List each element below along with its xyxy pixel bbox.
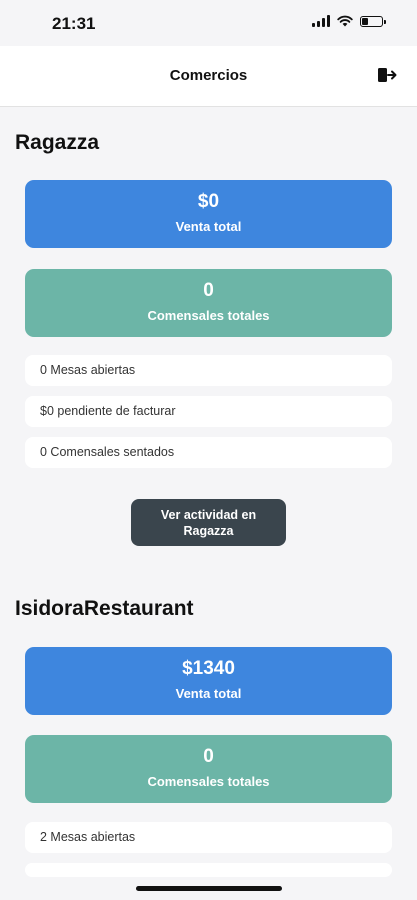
logout-button[interactable] (377, 66, 399, 86)
status-icons (312, 15, 386, 27)
cellular-signal-icon (312, 15, 330, 27)
home-indicator[interactable] (136, 886, 282, 891)
view-activity-button-label: Ver actividad en Ragazza (160, 507, 257, 538)
page-title: Comercios (169, 67, 248, 84)
sales-total-card: $1340 Venta total (25, 647, 392, 715)
status-time: 21:31 (52, 14, 96, 33)
open-tables-stat: 2 Mesas abiertas (25, 822, 392, 853)
diners-total-label: Comensales totales (147, 308, 270, 323)
wifi-icon (337, 15, 353, 27)
store-title: IsidoraRestaurant (15, 597, 194, 620)
status-bar: 21:31 (0, 0, 417, 46)
view-activity-button[interactable]: Ver actividad en Ragazza (131, 499, 286, 546)
diners-total-card: 0 Comensales totales (25, 269, 392, 337)
sales-total-value: $1340 (182, 658, 235, 679)
diners-total-label: Comensales totales (147, 774, 270, 789)
sales-total-card: $0 Venta total (25, 180, 392, 248)
battery-icon (360, 15, 386, 27)
sales-total-label: Venta total (175, 686, 242, 701)
sales-total-label: Venta total (175, 219, 242, 234)
stat-row-partial (25, 863, 392, 877)
logout-icon (378, 68, 397, 82)
pending-billing-stat: $0 pendiente de facturar (25, 396, 392, 427)
diners-total-value: 0 (203, 280, 214, 301)
open-tables-stat: 0 Mesas abiertas (25, 355, 392, 386)
store-title: Ragazza (15, 131, 100, 154)
nav-bar: Comercios (0, 46, 417, 107)
diners-total-value: 0 (203, 746, 214, 767)
seated-diners-stat: 0 Comensales sentados (25, 437, 392, 468)
sales-total-value: $0 (197, 191, 220, 212)
diners-total-card: 0 Comensales totales (25, 735, 392, 803)
